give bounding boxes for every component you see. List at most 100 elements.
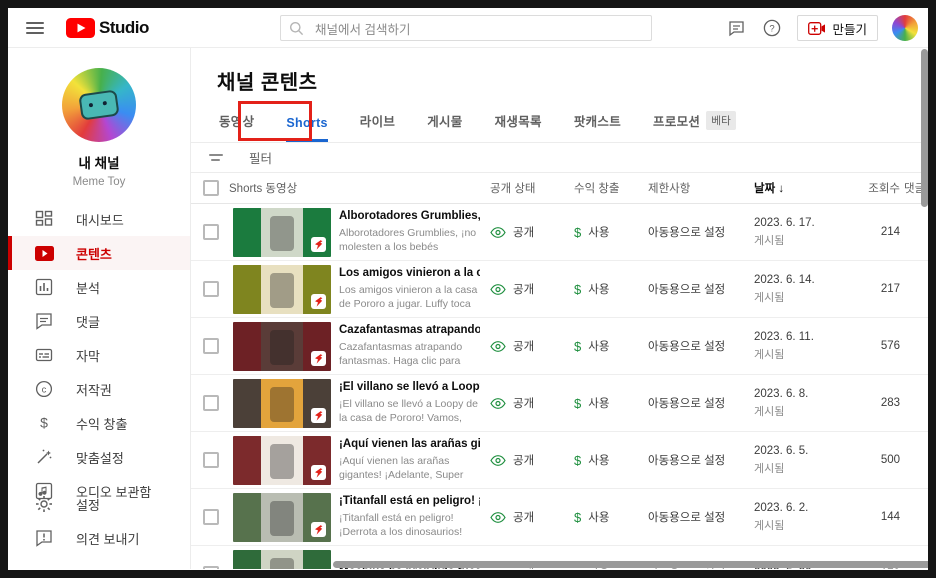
help-icon[interactable]: ? [761, 17, 783, 39]
restrictions-value[interactable]: 아동용으로 설정 [648, 452, 754, 468]
column-restrictions[interactable]: 제한사항 [648, 180, 754, 196]
sidebar-item-analytics[interactable]: 분석 [8, 270, 190, 304]
row-checkbox[interactable] [203, 509, 219, 525]
shorts-video-row[interactable]: ¡Titanfall está en peligro! ¡Derrota a l… [191, 489, 928, 546]
sidebar-item-content[interactable]: 콘텐츠 [8, 236, 190, 270]
thumbnail-figure [270, 273, 294, 308]
monetization-status[interactable]: 사용 [588, 509, 609, 525]
tab-label: Shorts [286, 116, 328, 130]
sidebar-item-copyright[interactable]: c 저작권 [8, 372, 190, 406]
video-thumbnail[interactable] [233, 492, 331, 542]
thumbnail-figure [270, 216, 294, 251]
filter-icon[interactable] [209, 154, 223, 161]
create-button[interactable]: 만들기 [797, 15, 878, 41]
video-thumbnail[interactable] [233, 207, 331, 257]
monetization-dollar-icon: $ [574, 338, 582, 354]
account-avatar[interactable] [892, 15, 918, 41]
visibility-status[interactable]: 공개 [513, 281, 534, 297]
views-count: 576 [880, 340, 900, 352]
magic-wand-icon [34, 447, 54, 467]
search-placeholder: 채널에서 검색하기 [315, 22, 411, 37]
tab-promotions[interactable]: 프로모션 베타 [637, 111, 752, 142]
sidebar: 내 채널 Meme Toy 대시보드 콘텐츠 분석 댓글 자막 c 저작권 $ … [8, 48, 191, 569]
thumbnail-figure [270, 387, 294, 422]
shorts-video-row[interactable]: Alborotadores Grumblies, ¡no moleste... … [191, 204, 928, 261]
video-thumbnail[interactable] [233, 435, 331, 485]
sidebar-item-settings[interactable]: 설정 [8, 487, 190, 521]
restrictions-value[interactable]: 아동용으로 설정 [648, 338, 754, 354]
video-thumbnail[interactable] [233, 264, 331, 314]
column-views[interactable]: 조회수 [848, 180, 904, 196]
video-thumbnail[interactable] [233, 549, 331, 569]
column-content[interactable]: Shorts 동영상 [229, 180, 490, 196]
restrictions-value[interactable]: 아동용으로 설정 [648, 395, 754, 411]
sidebar-item-dashboard[interactable]: 대시보드 [8, 202, 190, 236]
sidebar-item-subtitles[interactable]: 자막 [8, 338, 190, 372]
row-checkbox[interactable] [203, 452, 219, 468]
monetization-icon: $ [34, 413, 54, 433]
visibility-status[interactable]: 공개 [513, 224, 534, 240]
vertical-scrollbar[interactable] [921, 49, 928, 207]
date-sub: 게시됨 [754, 234, 785, 247]
sidebar-item-comments[interactable]: 댓글 [8, 304, 190, 338]
video-title[interactable]: Alborotadores Grumblies, ¡no moleste... [339, 210, 480, 222]
search-icon [285, 17, 307, 39]
views-count: 500 [880, 454, 900, 466]
visibility-eye-icon [490, 568, 506, 569]
row-checkbox[interactable] [203, 395, 219, 411]
video-title[interactable]: ¡El villano se llevó a Loopy de la casa … [339, 381, 480, 393]
visibility-status[interactable]: 공개 [513, 509, 534, 525]
menu-icon[interactable] [26, 21, 44, 34]
shorts-video-row[interactable]: Los amigos vinieron a la casa de Poro...… [191, 261, 928, 318]
shorts-video-row[interactable]: ¡El villano se llevó a Loopy de la casa … [191, 375, 928, 432]
filter-label[interactable]: 필터 [249, 148, 272, 167]
video-title[interactable]: ¡Titanfall está en peligro! ¡Derrota a l… [339, 495, 480, 507]
restrictions-value[interactable]: 아동용으로 설정 [648, 509, 754, 525]
monetization-status[interactable]: 사용 [588, 224, 609, 240]
restrictions-value[interactable]: 아동용으로 설정 [648, 224, 754, 240]
column-date-sorted[interactable]: 날짜 ↓ [754, 180, 848, 196]
channel-search-input[interactable]: 채널에서 검색하기 [280, 15, 652, 41]
sidebar-item-label: 설정 [76, 497, 100, 513]
row-checkbox[interactable] [203, 281, 219, 297]
video-thumbnail[interactable] [233, 321, 331, 371]
column-monetization[interactable]: 수익 창출 [574, 180, 648, 196]
video-title[interactable]: Cazafantasmas atrapando fantasmas. [339, 324, 480, 336]
shorts-video-row[interactable]: ¡Aquí vienen las arañas gigantes! ¡Ade..… [191, 432, 928, 489]
date-value: 2023. 6. 17. [754, 216, 815, 229]
sidebar-item-monetization[interactable]: $ 수익 창출 [8, 406, 190, 440]
video-thumbnail[interactable] [233, 378, 331, 428]
sidebar-item-send-feedback[interactable]: 의견 보내기 [8, 521, 190, 555]
row-checkbox[interactable] [203, 224, 219, 240]
video-title[interactable]: ¡Aquí vienen las arañas gigantes! ¡Ade..… [339, 438, 480, 450]
shorts-video-row[interactable]: Cazafantasmas atrapando fantasmas. Cazaf… [191, 318, 928, 375]
row-checkbox[interactable] [203, 338, 219, 354]
video-description: Cazafantasmas atrapando fantasmas. Haga … [339, 340, 463, 367]
tab-videos[interactable]: 동영상 [203, 111, 270, 142]
tab-posts[interactable]: 게시물 [411, 111, 478, 142]
youtube-studio-logo[interactable]: Studio [66, 17, 149, 38]
monetization-status[interactable]: 사용 [588, 395, 609, 411]
tab-shorts[interactable]: Shorts [270, 116, 343, 142]
video-title[interactable]: Los amigos vinieron a la casa de Poro... [339, 267, 480, 279]
visibility-status[interactable]: 공개 [513, 338, 534, 354]
video-description: ¡El villano se llevó a Loopy de la casa … [339, 397, 478, 424]
visibility-status[interactable]: 공개 [513, 395, 534, 411]
row-checkbox[interactable] [203, 566, 219, 569]
sidebar-item-customization[interactable]: 맞춤설정 [8, 440, 190, 474]
monetization-status[interactable]: 사용 [588, 338, 609, 354]
analytics-icon [34, 277, 54, 297]
feedback-icon[interactable] [725, 17, 747, 39]
restrictions-value[interactable]: 아동용으로 설정 [648, 281, 754, 297]
tab-playlists[interactable]: 재생목록 [479, 111, 558, 142]
monetization-status[interactable]: 사용 [588, 452, 609, 468]
channel-avatar[interactable] [62, 68, 136, 142]
column-visibility[interactable]: 공개 상태 [490, 180, 574, 196]
tab-podcasts[interactable]: 팟캐스트 [558, 111, 637, 142]
visibility-eye-icon [490, 226, 506, 238]
monetization-status[interactable]: 사용 [588, 281, 609, 297]
select-all-checkbox[interactable] [203, 180, 219, 196]
tab-live[interactable]: 라이브 [344, 111, 411, 142]
horizontal-scrollbar[interactable] [333, 561, 928, 568]
visibility-status[interactable]: 공개 [513, 452, 534, 468]
